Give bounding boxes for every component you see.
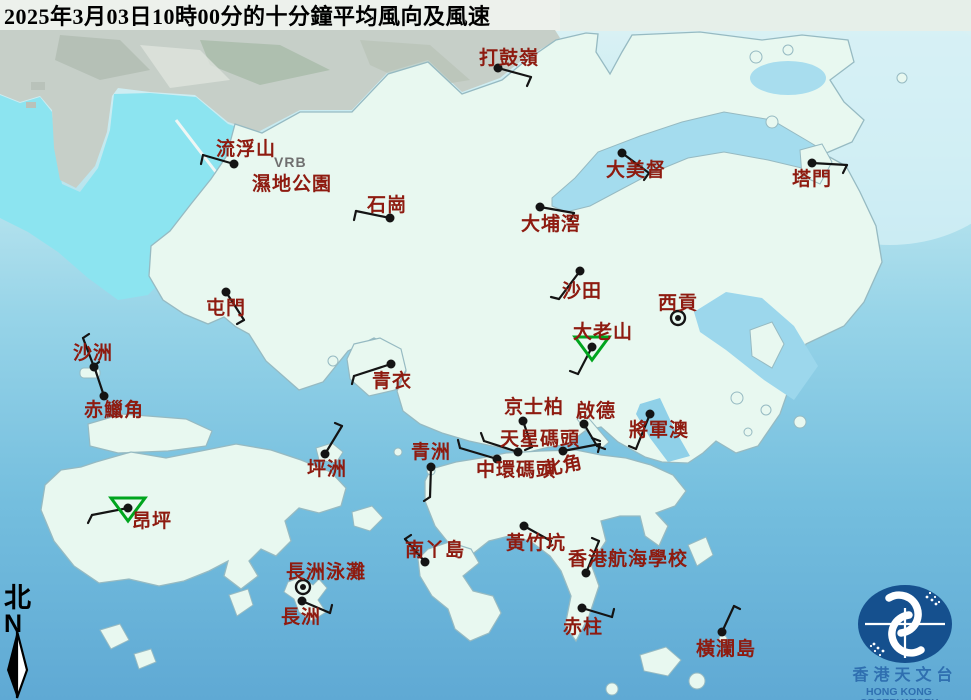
station-label-tap-mun[interactable]: 塔門 [792, 170, 832, 189]
station-label-tsing-yi[interactable]: 青衣 [372, 372, 412, 391]
station-label-tuen-mun[interactable]: 屯門 [206, 299, 246, 318]
hko-logo-chinese-name: 香港天文台 [845, 668, 965, 684]
vrb-indicator-wetland-park: VRB [274, 155, 307, 169]
station-label-cheung-chau-beach[interactable]: 長洲泳灘 [286, 563, 366, 582]
wind-map: 2025年3月03日10時00分的十分鐘平均風向及風速 北 N 香港天文台 HO… [0, 0, 971, 700]
station-label-kai-tak[interactable]: 啟德 [576, 402, 616, 421]
station-label-green-island[interactable]: 青洲 [411, 443, 451, 462]
station-label-wetland-park[interactable]: 濕地公園 [252, 175, 332, 194]
hko-logo-english-name: HONG KONG OBSERVATORY [827, 687, 971, 700]
station-label-lamma-island[interactable]: 南丫島 [405, 541, 465, 560]
station-label-cheung-chau[interactable]: 長洲 [281, 608, 321, 627]
station-label-sai-kung[interactable]: 西貢 [658, 294, 698, 313]
map-title: 2025年3月03日10時00分的十分鐘平均風向及風速 [4, 6, 491, 28]
station-label-star-ferry[interactable]: 天星碼頭 [500, 430, 580, 449]
station-label-wong-chuk-hang[interactable]: 黃竹坑 [506, 534, 566, 553]
station-label-sha-tin[interactable]: 沙田 [562, 282, 602, 301]
station-label-sea-school[interactable]: 香港航海學校 [568, 550, 688, 569]
compass-north-hanzi: 北 [4, 585, 31, 612]
station-label-ta-kwu-ling[interactable]: 打鼓嶺 [479, 49, 539, 68]
station-label-shek-kong[interactable]: 石崗 [367, 196, 407, 215]
station-label-tai-mei-tuk[interactable]: 大美督 [606, 161, 666, 180]
station-label-tai-po-kau[interactable]: 大埔滘 [521, 215, 581, 234]
station-label-tseung-kwan-o[interactable]: 將軍澳 [629, 421, 689, 440]
station-label-chek-lap-kok[interactable]: 赤鱲角 [84, 401, 144, 420]
station-label-tates-cairn[interactable]: 大老山 [573, 323, 633, 342]
station-label-peng-chau[interactable]: 坪洲 [307, 460, 347, 479]
station-label-kings-park[interactable]: 京士柏 [504, 398, 564, 417]
compass-north-letter: N [4, 612, 22, 637]
station-label-lau-fau-shan[interactable]: 流浮山 [216, 140, 276, 159]
station-label-waglan-island[interactable]: 橫瀾島 [696, 640, 756, 659]
station-label-stanley[interactable]: 赤柱 [563, 618, 603, 637]
station-label-sha-chau[interactable]: 沙洲 [73, 344, 113, 363]
station-label-north-point[interactable]: 北角 [541, 453, 584, 480]
labels-layer: 2025年3月03日10時00分的十分鐘平均風向及風速 北 N 香港天文台 HO… [0, 0, 971, 700]
station-label-ngong-ping[interactable]: 昂坪 [132, 512, 172, 531]
